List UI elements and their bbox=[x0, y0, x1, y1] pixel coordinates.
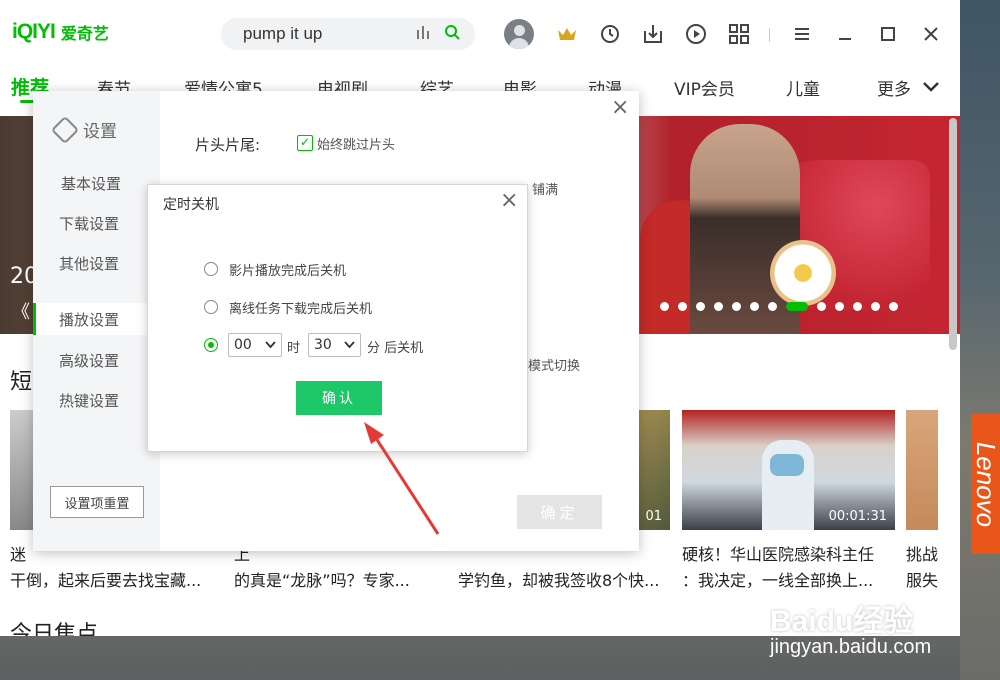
logo-mark: iQIYI bbox=[12, 20, 56, 43]
settings-gear-icon bbox=[50, 115, 80, 144]
carousel-dot[interactable] bbox=[678, 302, 687, 311]
video-title-line: 的真是“龙脉”吗？专家... bbox=[234, 571, 410, 590]
history-icon[interactable] bbox=[598, 22, 622, 46]
tab-more[interactable]: 更多 bbox=[877, 75, 911, 100]
video-title[interactable]: 硬核！华山医院感染科主任 ：我决定，一线全部换上... bbox=[682, 542, 897, 594]
dialog-title: 定时关机 bbox=[163, 197, 219, 213]
titlebar-separator bbox=[769, 28, 770, 42]
banner-subcaption: 《 bbox=[12, 302, 30, 323]
video-title-line: ：我决定，一线全部换上... bbox=[682, 571, 874, 590]
minimize-icon[interactable] bbox=[833, 22, 857, 46]
baidu-watermark: Baidu经验 bbox=[770, 605, 914, 638]
option-after-playback: 影片播放完成后关机 bbox=[229, 264, 347, 279]
section-title-short: 短 bbox=[10, 370, 33, 395]
hour-value: 00 bbox=[234, 337, 252, 353]
lenovo-text: Lenovo bbox=[971, 441, 1000, 527]
maximize-icon[interactable] bbox=[876, 22, 900, 46]
settings-ok-button[interactable]: 确定 bbox=[517, 495, 602, 529]
flower-ornament bbox=[770, 240, 836, 306]
dialog-close-icon[interactable]: × bbox=[500, 190, 518, 212]
video-thumbnail[interactable]: 00:01:31 bbox=[682, 410, 895, 530]
fill-option-label: 铺满 bbox=[532, 183, 559, 198]
apps-grid-icon[interactable] bbox=[727, 22, 751, 46]
video-thumbnail[interactable] bbox=[906, 410, 938, 530]
video-title-line: 服失 bbox=[906, 571, 939, 590]
video-title[interactable]: 挑战 服失 bbox=[906, 542, 946, 594]
option-after-download: 离线任务下载完成后关机 bbox=[229, 302, 373, 317]
hour-unit: 时 bbox=[287, 341, 301, 356]
reset-settings-button[interactable]: 设置项重置 bbox=[50, 486, 144, 518]
skip-intro-label: 始终跳过片头 bbox=[317, 138, 396, 153]
settings-close-icon[interactable]: × bbox=[611, 97, 629, 119]
tab-vip[interactable]: VIP会员 bbox=[674, 75, 735, 100]
video-duration: 00:01:31 bbox=[828, 509, 887, 524]
sidebar-item-other[interactable]: 其他设置 bbox=[59, 253, 119, 274]
radio-after-download[interactable] bbox=[204, 300, 218, 314]
search-input[interactable]: pump it up bbox=[243, 24, 413, 44]
user-avatar[interactable] bbox=[504, 19, 534, 49]
close-icon[interactable] bbox=[919, 22, 943, 46]
minute-select[interactable]: 30 bbox=[308, 333, 361, 357]
carousel-dot[interactable] bbox=[714, 302, 723, 311]
video-title-line: 干倒，起来后要去找宝藏... bbox=[10, 571, 202, 590]
sidebar-item-download[interactable]: 下载设置 bbox=[59, 213, 119, 234]
tab-kids[interactable]: 儿童 bbox=[786, 75, 820, 100]
settings-title-text: 设置 bbox=[83, 122, 117, 142]
confirm-button[interactable]: 确认 bbox=[296, 381, 382, 415]
voice-bars-icon[interactable] bbox=[413, 25, 435, 43]
sidebar-item-basic[interactable]: 基本设置 bbox=[61, 173, 121, 194]
sidebar-item-hotkey[interactable]: 热键设置 bbox=[59, 390, 119, 411]
sidebar-item-playback[interactable]: 播放设置 bbox=[59, 309, 119, 330]
video-title-line: 学钓鱼，却被我签收8个快... bbox=[458, 571, 660, 590]
search-box[interactable]: pump it up bbox=[221, 18, 475, 50]
mode-switch-label: 模式切换 bbox=[528, 359, 581, 374]
download-icon[interactable] bbox=[641, 22, 665, 46]
carousel-dot[interactable] bbox=[750, 302, 759, 311]
settings-title: 设置 bbox=[50, 115, 117, 144]
baidu-watermark-url: jingyan.baidu.com bbox=[770, 636, 932, 658]
minute-unit: 分 后关机 bbox=[367, 341, 424, 356]
carousel-dots bbox=[660, 302, 898, 311]
desktop-edge bbox=[960, 0, 1000, 680]
carousel-dot-active[interactable] bbox=[786, 302, 808, 311]
carousel-dot[interactable] bbox=[871, 302, 880, 311]
carousel-dot[interactable] bbox=[835, 302, 844, 311]
carousel-dot[interactable] bbox=[696, 302, 705, 311]
section-title-focus: 今日焦点 bbox=[10, 622, 99, 636]
video-duration: 01 bbox=[645, 509, 662, 524]
chevron-down-icon bbox=[344, 339, 355, 352]
search-icon[interactable] bbox=[441, 24, 463, 44]
carousel-dot[interactable] bbox=[817, 302, 826, 311]
play-icon[interactable] bbox=[684, 22, 708, 46]
carousel-dot[interactable] bbox=[732, 302, 741, 311]
hour-select[interactable]: 00 bbox=[228, 333, 282, 357]
video-title-line: 迷 bbox=[10, 545, 27, 564]
radio-after-playback[interactable] bbox=[204, 262, 218, 276]
menu-icon[interactable] bbox=[790, 22, 814, 46]
sidebar-active-indicator bbox=[33, 303, 36, 335]
skip-intro-checkbox[interactable]: ✓ bbox=[297, 135, 313, 151]
radio-timer[interactable] bbox=[204, 338, 218, 352]
face-mask bbox=[770, 454, 804, 476]
video-title-line: 挑战 bbox=[906, 545, 939, 564]
iqiyi-window: iQIYI 爱奇艺 pump it up 推荐 春节 爱情公寓5 电视剧 综艺 … bbox=[0, 0, 960, 636]
lenovo-sticker: Lenovo bbox=[971, 414, 1000, 554]
vip-crown-icon[interactable] bbox=[555, 22, 579, 46]
sidebar-item-advanced[interactable]: 高级设置 bbox=[59, 350, 119, 371]
iqiyi-logo[interactable]: iQIYI 爱奇艺 bbox=[12, 20, 109, 44]
carousel-dot[interactable] bbox=[660, 302, 669, 311]
logo-text: 爱奇艺 bbox=[60, 24, 109, 43]
chevron-down-icon bbox=[265, 339, 276, 352]
carousel-dot[interactable] bbox=[768, 302, 777, 311]
carousel-dot[interactable] bbox=[889, 302, 898, 311]
chevron-down-icon[interactable] bbox=[922, 78, 940, 97]
carousel-dot[interactable] bbox=[853, 302, 862, 311]
video-title[interactable]: 学钓鱼，却被我签收8个快... bbox=[458, 568, 663, 594]
intro-outro-label: 片头片尾: bbox=[195, 136, 261, 154]
video-title-line: 硬核！华山医院感染科主任 bbox=[682, 545, 875, 564]
shutdown-timer-dialog: 定时关机 × 影片播放完成后关机 离线任务下载完成后关机 00 时 30 分 后… bbox=[147, 184, 528, 452]
page-scrollbar[interactable] bbox=[949, 118, 957, 350]
minute-value: 30 bbox=[314, 337, 332, 353]
